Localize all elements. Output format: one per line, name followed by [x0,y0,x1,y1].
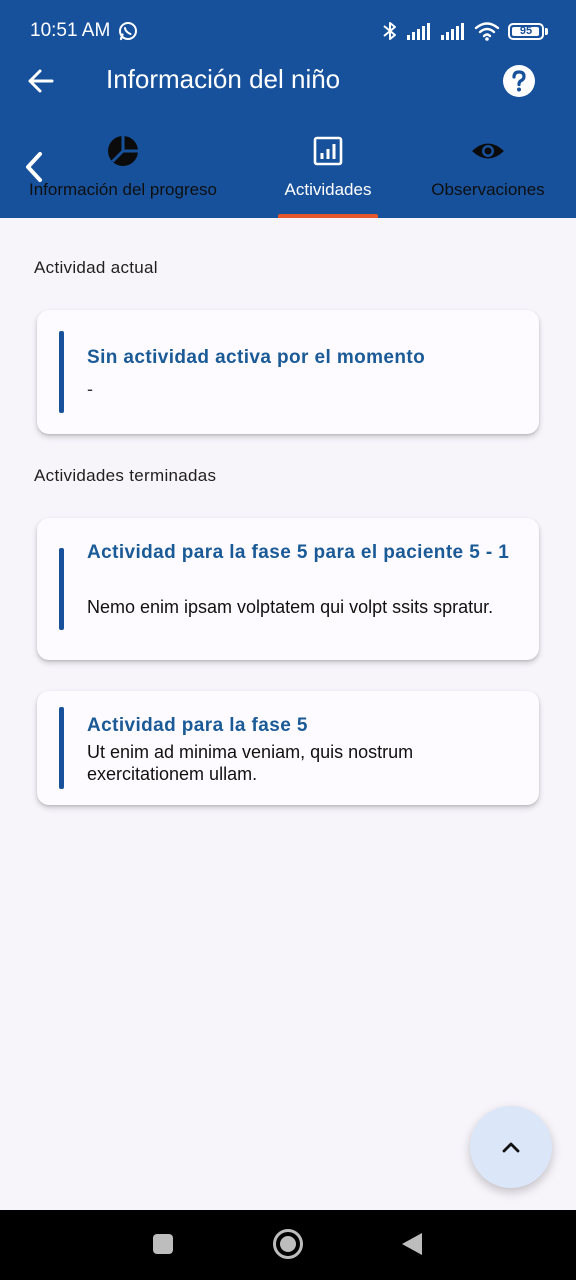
activity-title: Sin actividad activa por el momento [87,347,426,368]
wifi-icon [474,22,500,41]
section-label-current: Actividad actual [34,258,158,277]
activity-title: Actividad para la fase 5 para el pacient… [87,542,510,563]
scroll-top-button[interactable] [470,1106,552,1188]
activity-card[interactable]: Actividad para la fase 5 Ut enim ad mini… [37,691,539,805]
activity-description: Ut enim ad minima veniam, quis nostrum e… [87,742,414,784]
activity-description: Nemo enim ipsam volptatem qui volpt ssit… [87,597,494,617]
chevron-up-icon [502,1142,520,1153]
pie-chart-icon [108,136,138,166]
battery-icon: 95 [508,22,544,40]
status-icons: 95 [382,18,548,44]
header: 10:51 AM 95 Información del niño Informa… [0,0,576,218]
bluetooth-icon [383,22,396,40]
eye-icon [472,143,504,159]
arrow-left-icon[interactable] [24,62,58,100]
signal-icon [441,23,464,40]
tab-label: Actividades [284,180,372,199]
recents-icon[interactable] [152,1233,174,1255]
battery-percent: 95 [519,25,533,37]
tab-label: Información del progreso [28,180,218,199]
tab-indicator [278,214,378,218]
whatsapp-icon [119,22,137,41]
tab-activities[interactable]: Actividades [260,122,396,218]
activity-card[interactable]: Actividad para la fase 5 para el pacient… [37,518,539,660]
system-nav-bar [0,1210,576,1280]
status-time: 10:51 AM [30,20,111,41]
chevron-left-icon[interactable] [20,150,48,184]
back-icon[interactable] [400,1231,424,1257]
activity-title: Actividad para la fase 5 [87,715,308,736]
bar-chart-icon [313,136,343,166]
card-accent-bar [59,707,64,789]
status-bar: 10:51 AM 95 [0,0,576,62]
activity-description: - [87,379,93,399]
signal-icon [407,23,430,40]
tab-observations[interactable]: Observaciones [412,122,564,218]
section-label-finished: Actividades terminadas [34,466,217,485]
tab-label: Observaciones [431,180,545,199]
page-title: Información del niño [106,64,341,94]
battery-tip [545,27,548,35]
card-accent-bar [59,331,64,413]
card-accent-bar [59,548,64,630]
activity-card-current[interactable]: Sin actividad activa por el momento - [37,310,539,434]
home-icon[interactable] [272,1228,304,1260]
help-circle-icon[interactable] [502,64,536,98]
tab-bar: Información del progreso Actividades Obs… [0,122,576,218]
